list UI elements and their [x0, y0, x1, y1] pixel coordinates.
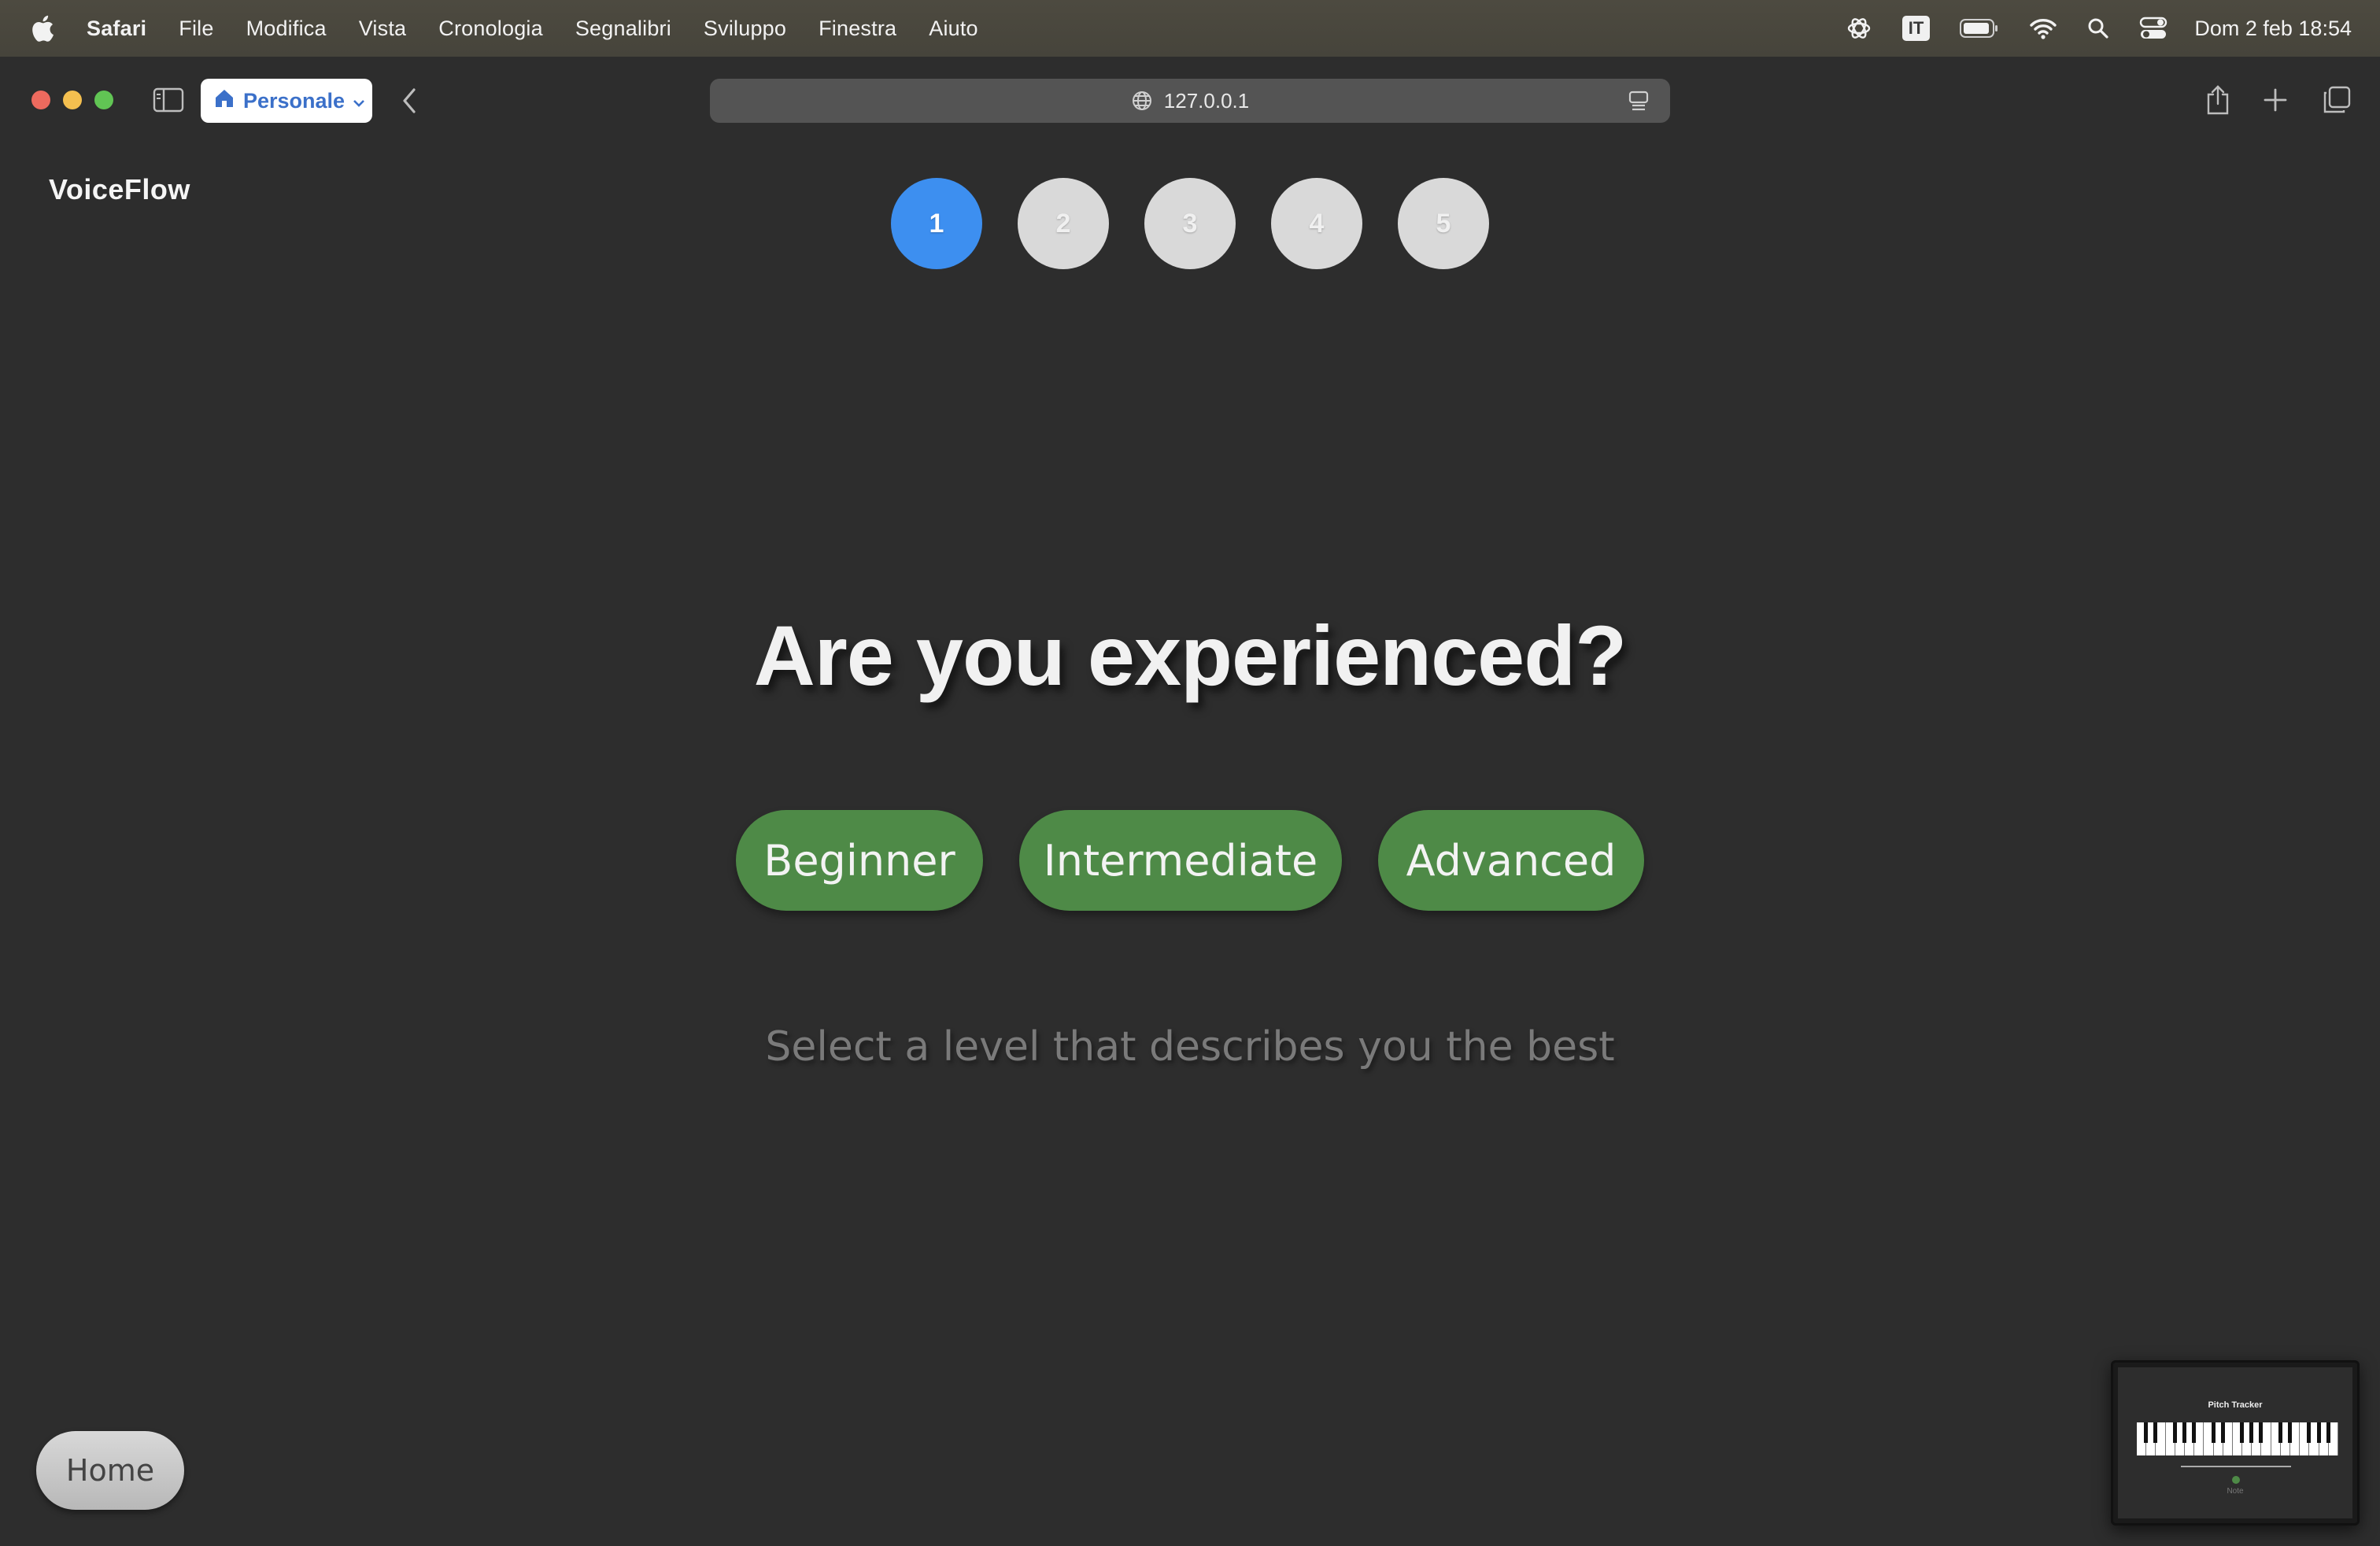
menu-sviluppo[interactable]: Sviluppo	[704, 17, 786, 41]
thumbnail-note: Note	[2227, 1487, 2244, 1496]
menu-aiuto[interactable]: Aiuto	[929, 17, 978, 41]
screenshot-thumbnail[interactable]: Pitch Tracker Note	[2111, 1360, 2360, 1526]
sidebar-toggle-icon[interactable]	[153, 87, 184, 113]
menu-bar: Safari File Modifica Vista Cronologia Se…	[0, 0, 2380, 57]
back-button[interactable]	[398, 87, 422, 115]
menu-file[interactable]: File	[179, 17, 213, 41]
tab-overview-icon[interactable]	[2322, 85, 2352, 115]
address-bar[interactable]: 127.0.0.1	[710, 79, 1670, 123]
profile-label: Personale	[243, 88, 346, 113]
close-window-button[interactable]	[31, 91, 50, 109]
step-3[interactable]: 3	[1144, 178, 1236, 269]
advanced-button[interactable]: Advanced	[1378, 810, 1644, 911]
menu-cronologia[interactable]: Cronologia	[438, 17, 543, 41]
step-indicator: 1 2 3 4 5	[891, 178, 1524, 269]
level-hint: Select a level that describes you the be…	[765, 1023, 1615, 1071]
thumbnail-preview: Pitch Tracker Note	[2118, 1367, 2352, 1518]
step-2[interactable]: 2	[1018, 178, 1109, 269]
wifi-icon[interactable]	[2029, 17, 2057, 39]
level-options: Beginner Intermediate Advanced	[736, 810, 1644, 911]
apple-logo-icon[interactable]	[28, 13, 55, 44]
step-5[interactable]: 5	[1398, 178, 1489, 269]
menu-finestra[interactable]: Finestra	[819, 17, 896, 41]
chevron-down-icon	[353, 89, 365, 113]
thumbnail-indicator-dot	[2232, 1476, 2240, 1484]
intermediate-button[interactable]: Intermediate	[1019, 810, 1342, 911]
brand-logo[interactable]: VoiceFlow	[49, 173, 190, 206]
minimize-window-button[interactable]	[63, 91, 82, 109]
thumbnail-divider	[2181, 1466, 2291, 1467]
zoom-window-button[interactable]	[94, 91, 113, 109]
menubar-clock[interactable]: Dom 2 feb 18:54	[2194, 17, 2352, 41]
profile-selector[interactable]: Personale	[201, 79, 372, 123]
url-text: 127.0.0.1	[1163, 88, 1250, 113]
thumbnail-title: Pitch Tracker	[2208, 1400, 2263, 1410]
spotlight-search-icon[interactable]	[2087, 17, 2109, 39]
step-4[interactable]: 4	[1271, 178, 1362, 269]
input-source-indicator[interactable]: IT	[1901, 16, 1931, 41]
share-icon[interactable]	[2204, 83, 2232, 117]
reader-mode-icon[interactable]	[1628, 90, 1650, 117]
new-tab-icon[interactable]	[2262, 87, 2289, 113]
home-button[interactable]: Home	[36, 1431, 184, 1510]
control-center-icon[interactable]	[2139, 17, 2168, 40]
globe-icon	[1131, 90, 1153, 112]
input-source-label: IT	[1901, 16, 1931, 41]
battery-icon[interactable]	[1960, 18, 1999, 39]
menu-vista[interactable]: Vista	[359, 17, 407, 41]
house-icon	[213, 87, 235, 115]
menu-modifica[interactable]: Modifica	[246, 17, 327, 41]
piano-keyboard-icon	[2137, 1422, 2338, 1455]
step-1[interactable]: 1	[891, 178, 982, 269]
page-title: Are you experienced?	[753, 608, 1627, 703]
menu-app-safari[interactable]: Safari	[87, 17, 146, 41]
beginner-button[interactable]: Beginner	[736, 810, 983, 911]
chatgpt-icon[interactable]	[1846, 15, 1872, 42]
menu-segnalibri[interactable]: Segnalibri	[575, 17, 671, 41]
